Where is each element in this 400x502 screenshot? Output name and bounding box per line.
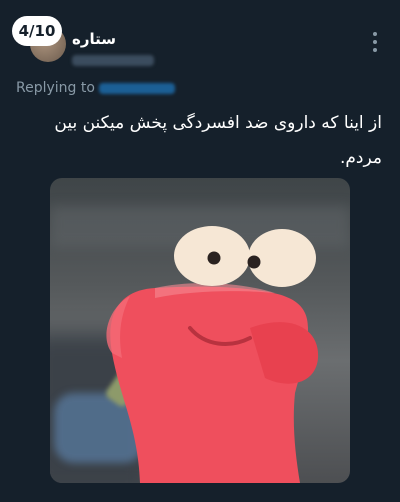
tweet-text: از اینا که داروی ضد افسردگی پخش میکنن بی… [54, 113, 382, 168]
more-options-icon[interactable] [372, 32, 378, 52]
replying-to-handle-blurred[interactable] [98, 82, 175, 94]
replying-to-row: Replying to [16, 80, 175, 96]
replying-to-label: Replying to [16, 80, 95, 96]
tweet-counter-badge: 4/10 [12, 16, 62, 46]
author-name[interactable]: ستاره [72, 30, 116, 48]
tweet-image[interactable] [50, 178, 350, 483]
tweet: 4/10 ستاره Replying to از اینا که داروی … [0, 0, 400, 502]
author-handle-blurred[interactable] [72, 55, 154, 66]
red-clay-creature-icon [106, 226, 319, 483]
